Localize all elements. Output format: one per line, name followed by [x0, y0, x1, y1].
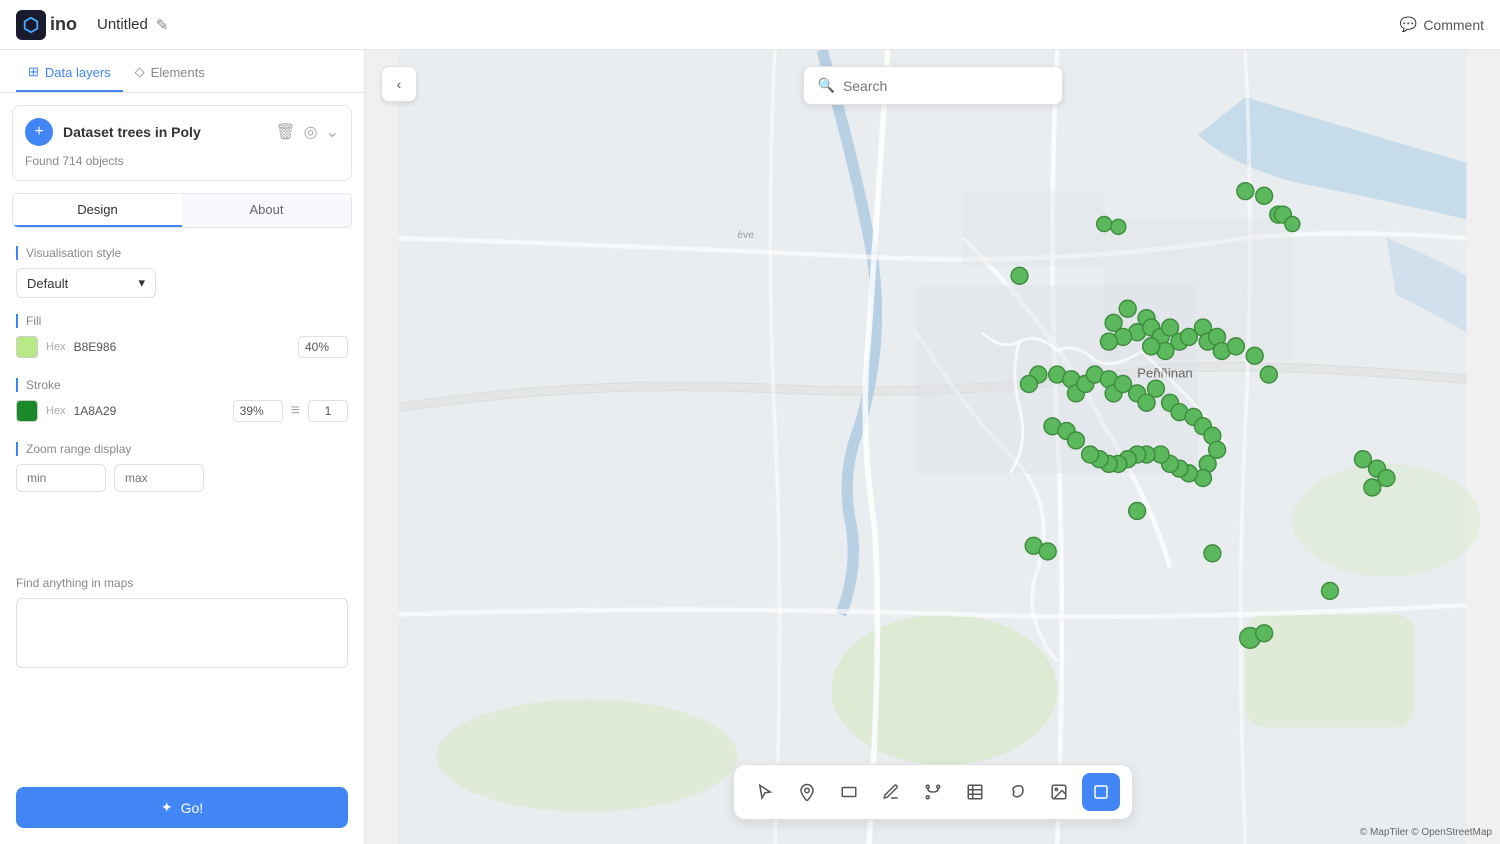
toolbar-path-btn[interactable] — [914, 773, 952, 811]
logo: ino — [16, 10, 77, 40]
stroke-hex-value: 1A8A29 — [74, 404, 117, 418]
toolbar-image-btn[interactable] — [1040, 773, 1078, 811]
dataset-header: + Dataset trees in Poly 🗑 ◎ ⌄ — [25, 118, 339, 146]
zoom-max-input[interactable] — [114, 464, 204, 492]
main-content: ⊞ Data layers ◇ Elements + Dataset trees… — [0, 50, 1500, 844]
fill-opacity-input[interactable] — [298, 336, 348, 358]
expand-icon[interactable]: ⌄ — [326, 122, 339, 142]
logo-text: ino — [50, 14, 77, 35]
comment-button[interactable]: 💬 Comment — [1400, 16, 1484, 33]
zoom-range-section: Zoom range display — [0, 434, 364, 500]
stroke-weight-icon: ≡ — [291, 402, 300, 420]
elements-icon: ◇ — [135, 64, 145, 80]
find-anything-input[interactable] — [16, 598, 348, 668]
zoom-min-input[interactable] — [16, 464, 106, 492]
delete-icon[interactable]: 🗑 — [275, 122, 295, 142]
comment-label: Comment — [1423, 17, 1484, 33]
logo-icon — [16, 10, 46, 40]
stroke-hex-label: Hex — [46, 405, 66, 417]
visibility-icon[interactable]: ◎ — [304, 122, 318, 142]
toolbar-lasso-btn[interactable] — [998, 773, 1036, 811]
tab-data-layers[interactable]: ⊞ Data layers — [16, 50, 123, 92]
document-title: Untitled — [97, 16, 148, 33]
design-about-tabs: Design About — [12, 193, 352, 228]
fill-color-swatch[interactable] — [16, 336, 38, 358]
toolbar-cursor-btn[interactable] — [746, 773, 784, 811]
map-back-button[interactable]: ‹ — [381, 66, 417, 102]
back-arrow-icon: ‹ — [397, 76, 402, 92]
viz-style-section: Visualisation style Default ▾ — [0, 238, 364, 306]
tab-data-layers-label: Data layers — [45, 65, 111, 80]
tab-design[interactable]: Design — [13, 194, 182, 227]
layers-icon: ⊞ — [28, 64, 39, 80]
sparkle-icon: ✦ — [161, 799, 173, 816]
map-toolbar — [733, 764, 1133, 820]
map-attribution: © MapTiler © OpenStreetMap — [1360, 827, 1492, 838]
tab-elements-label: Elements — [151, 65, 205, 80]
fill-hex-label: Hex — [46, 341, 66, 353]
toolbar-rectangle-btn[interactable] — [830, 773, 868, 811]
fill-label: Fill — [16, 314, 348, 328]
dataset-title: Dataset trees in Poly — [63, 124, 265, 140]
viz-style-label: Visualisation style — [16, 246, 348, 260]
sidebar-tab-bar: ⊞ Data layers ◇ Elements — [0, 50, 364, 93]
dataset-card: + Dataset trees in Poly 🗑 ◎ ⌄ Found 714 … — [12, 105, 352, 181]
viz-style-value: Default — [27, 276, 68, 291]
header-right: 💬 Comment — [1400, 16, 1484, 33]
sidebar-panel: + Dataset trees in Poly 🗑 ◎ ⌄ Found 714 … — [0, 93, 364, 775]
fill-color-row: Hex B8E986 — [16, 336, 348, 358]
viz-style-select[interactable]: Default ▾ — [16, 268, 156, 298]
toolbar-square-btn[interactable] — [1082, 773, 1120, 811]
dataset-actions: 🗑 ◎ ⌄ — [275, 122, 339, 142]
edit-title-icon[interactable]: ✎ — [156, 16, 169, 34]
find-anything-section: Find anything in maps — [0, 560, 364, 684]
zoom-inputs — [16, 464, 348, 492]
stroke-weight-input[interactable] — [308, 400, 348, 422]
map-background: Peññinan Cabestany — [365, 50, 1500, 844]
zoom-range-label: Zoom range display — [16, 442, 348, 456]
tab-elements[interactable]: ◇ Elements — [123, 50, 217, 92]
map-search-bar[interactable]: 🔍 — [803, 66, 1063, 105]
toolbar-pen-btn[interactable] — [872, 773, 910, 811]
chevron-down-icon: ▾ — [138, 275, 145, 291]
fill-hex-value: B8E986 — [74, 340, 117, 354]
stroke-opacity-input[interactable] — [233, 400, 283, 422]
find-anything-label: Find anything in maps — [16, 576, 348, 590]
toolbar-pin-btn[interactable] — [788, 773, 826, 811]
map-search-input[interactable] — [843, 78, 1048, 94]
stroke-section: Stroke Hex 1A8A29 ≡ — [0, 370, 364, 430]
stroke-label: Stroke — [16, 378, 348, 392]
stroke-color-swatch[interactable] — [16, 400, 38, 422]
toolbar-table-btn[interactable] — [956, 773, 994, 811]
tab-about[interactable]: About — [182, 194, 351, 227]
found-objects-count: Found 714 objects — [25, 154, 339, 168]
comment-icon: 💬 — [1400, 16, 1417, 33]
header: ino Untitled ✎ 💬 Comment — [0, 0, 1500, 50]
dataset-add-icon[interactable]: + — [25, 118, 53, 146]
go-label: Go! — [181, 800, 204, 816]
svg-text:ève: ève — [737, 230, 754, 241]
document-title-area: Untitled ✎ — [97, 16, 168, 34]
sidebar: ⊞ Data layers ◇ Elements + Dataset trees… — [0, 50, 365, 844]
map-search-icon: 🔍 — [818, 77, 835, 94]
fill-section: Fill Hex B8E986 — [0, 306, 364, 370]
stroke-color-row: Hex 1A8A29 ≡ — [16, 400, 348, 430]
go-button[interactable]: ✦ Go! — [16, 787, 348, 828]
map-area: Peññinan Cabestany — [365, 50, 1500, 844]
